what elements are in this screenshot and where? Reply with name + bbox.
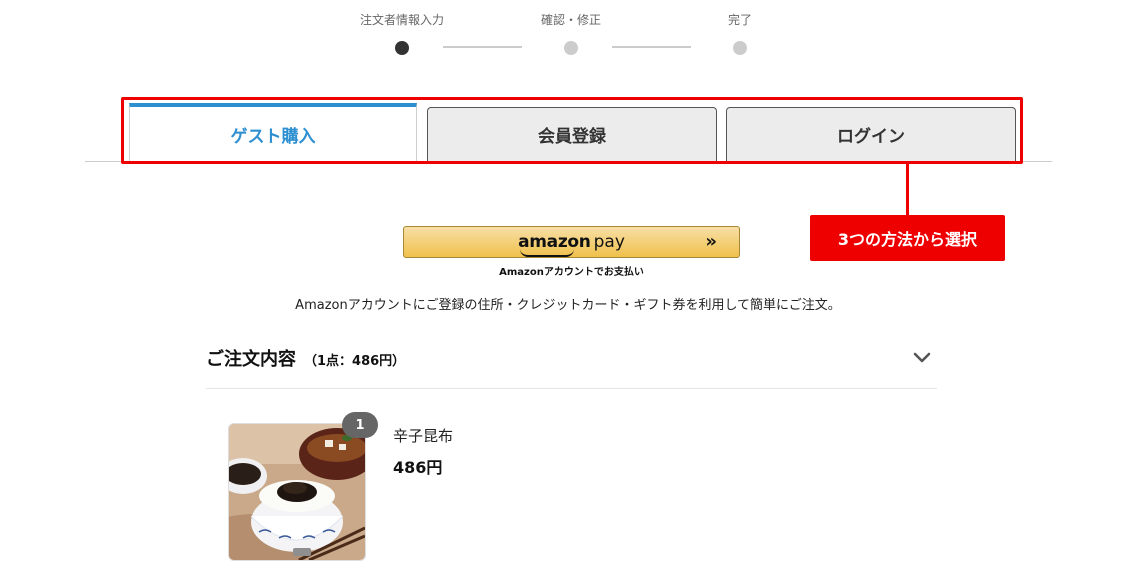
- amazon-logo-pay: pay: [593, 232, 625, 252]
- step-connector: [443, 46, 522, 48]
- order-summary-title: ご注文内容 （1点：486円）: [206, 345, 405, 371]
- step-dot: [733, 41, 747, 55]
- order-title-text: ご注文内容: [206, 349, 296, 370]
- step-label-3: 完了: [727, 13, 753, 27]
- step-dot: [564, 41, 578, 55]
- amazon-pay-logo: amazon pay: [518, 232, 625, 257]
- double-chevron-right-icon: »: [705, 231, 717, 252]
- order-divider: [206, 388, 937, 389]
- step-dot-current: [395, 41, 409, 55]
- product-price: 486円: [393, 458, 443, 477]
- amazon-pay-description: Amazonアカウントにご登録の住所・クレジットカード・ギフト券を利用して簡単に…: [295, 298, 841, 313]
- step-label-1: 注文者情報入力: [359, 13, 445, 27]
- product-name: 辛子昆布: [393, 427, 454, 445]
- annotation-callout: 3つの方法から選択: [810, 215, 1005, 261]
- order-count: （1点：486円）: [304, 354, 406, 369]
- step-label-2: 確認・修正: [540, 13, 602, 27]
- step-connector: [612, 46, 691, 48]
- annotation-connector: [906, 164, 909, 215]
- quantity-badge: 1: [342, 412, 378, 438]
- amazon-pay-sub-label: Amazonアカウントでお支払い: [499, 267, 644, 278]
- chevron-down-icon[interactable]: [913, 351, 931, 365]
- amazon-smile-icon: [520, 249, 575, 257]
- product-image: [228, 423, 366, 561]
- annotation-highlight-box: [121, 97, 1023, 164]
- amazon-pay-button[interactable]: amazon pay »: [403, 226, 740, 258]
